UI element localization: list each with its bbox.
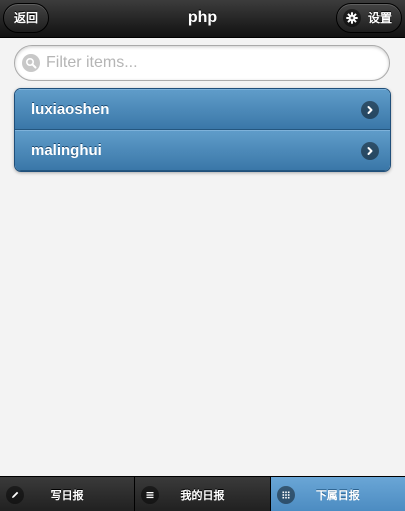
chevron-right-icon bbox=[361, 101, 379, 119]
list-item[interactable]: luxiaoshen bbox=[15, 89, 390, 130]
tab-subordinate-reports[interactable]: 下属日报 bbox=[270, 477, 405, 511]
list-item-label: malinghui bbox=[31, 142, 102, 159]
gear-icon bbox=[343, 9, 361, 27]
tab-label: 下属日报 bbox=[315, 488, 360, 502]
tab-label: 我的日报 bbox=[180, 488, 225, 502]
user-list: luxiaoshen malinghui bbox=[14, 88, 391, 172]
tab-label: 写日报 bbox=[50, 488, 84, 502]
search-bar[interactable] bbox=[14, 45, 390, 81]
search-input[interactable] bbox=[46, 54, 366, 72]
header-bar: 返回 php 设置 bbox=[0, 0, 405, 38]
grid-icon bbox=[276, 486, 295, 504]
pencil-icon bbox=[6, 486, 24, 504]
search-icon bbox=[22, 54, 40, 72]
settings-button[interactable]: 设置 bbox=[336, 3, 402, 33]
tab-my-reports[interactable]: 我的日报 bbox=[135, 477, 271, 511]
footer-tab-bar: 写日报 我的日报 下属日报 bbox=[0, 476, 405, 511]
list-item-label: luxiaoshen bbox=[31, 101, 110, 118]
list-item[interactable]: malinghui bbox=[15, 130, 390, 171]
list-icon bbox=[141, 486, 160, 504]
tab-write-report[interactable]: 写日报 bbox=[0, 477, 136, 511]
settings-button-label: 设置 bbox=[368, 11, 393, 25]
chevron-right-icon bbox=[361, 142, 379, 160]
